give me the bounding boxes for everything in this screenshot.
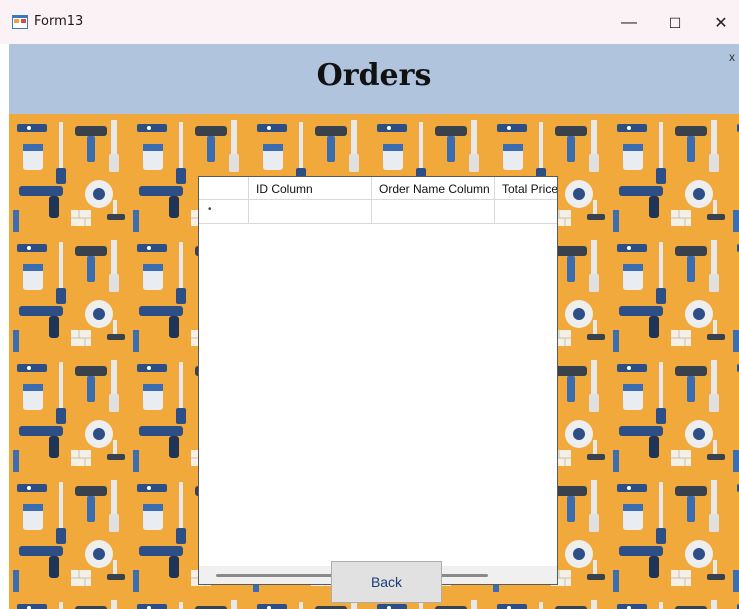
row-indicator: • (199, 199, 249, 223)
orders-data-grid[interactable]: ID Column Order Name Column Total Price … (198, 176, 558, 585)
minimize-button[interactable]: — (606, 8, 652, 38)
column-header-total-price[interactable]: Total Price Column (495, 177, 557, 199)
table-row[interactable]: • (199, 199, 557, 224)
title-bar[interactable]: Form13 — ☐ ✕ (0, 0, 739, 44)
page-title: Orders (316, 58, 432, 93)
application-window: Form13 — ☐ ✕ Orders x ID Column Order Na… (0, 0, 739, 609)
header-close-label[interactable]: x (729, 50, 735, 64)
back-button[interactable]: Back (331, 561, 442, 603)
grid-header-row: ID Column Order Name Column Total Price … (199, 177, 557, 200)
window-title: Form13 (34, 14, 84, 29)
header-panel: Orders x (9, 44, 739, 114)
column-header-id[interactable]: ID Column (249, 177, 372, 199)
form-app-icon (12, 15, 28, 29)
maximize-button[interactable]: ☐ (652, 8, 698, 38)
column-header-order-name[interactable]: Order Name Column (372, 177, 495, 199)
cell-order-name[interactable] (372, 199, 495, 223)
row-header-corner (199, 177, 249, 199)
form-client-area: Orders x ID Column Order Name Column Tot… (9, 44, 739, 609)
cell-id[interactable] (249, 199, 372, 223)
cell-total-price[interactable] (495, 199, 557, 223)
close-button[interactable]: ✕ (698, 8, 739, 38)
